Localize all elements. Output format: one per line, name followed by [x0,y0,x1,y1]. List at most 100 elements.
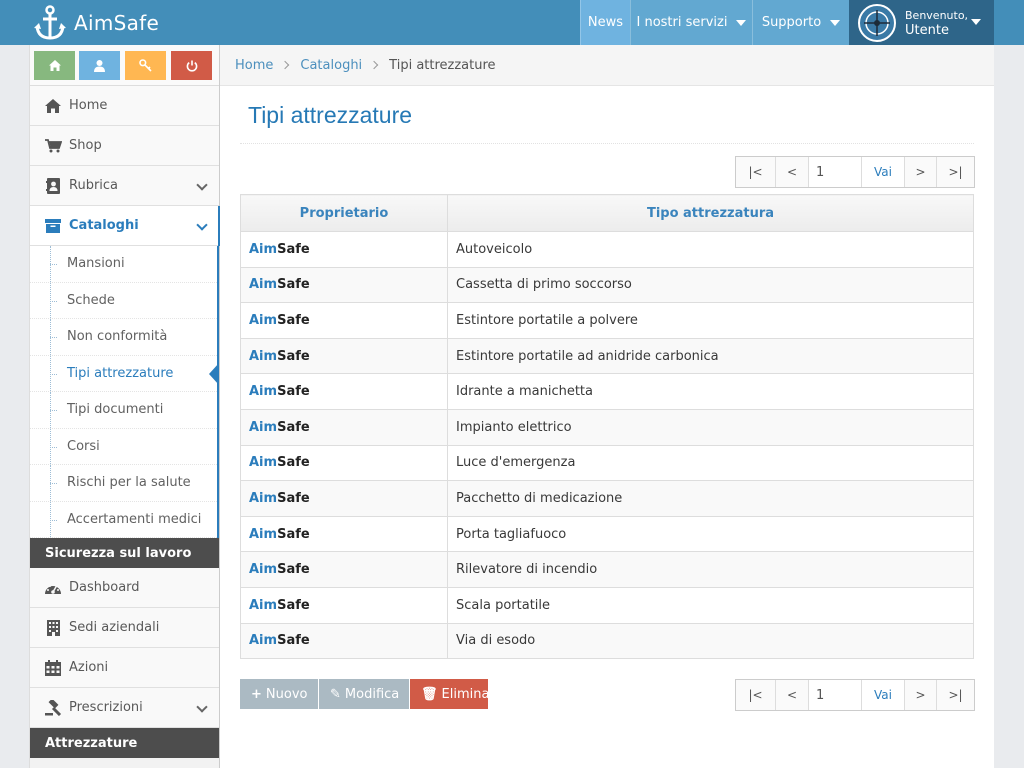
delete-button[interactable]: 🗑 Elimina [410,679,489,709]
owner-name-part: Aim [249,490,278,506]
submenu-item-label: Rischi per la salute [67,475,191,490]
table-row[interactable]: AimSafe Pacchetto di medicazione [240,480,974,517]
owner-cell: AimSafe [240,302,448,339]
submenu-item-corsi[interactable]: Corsi [30,428,217,465]
owner-name-part: Safe [277,277,310,293]
table-row[interactable]: AimSafe Via di esodo [240,622,974,660]
table-row[interactable]: AimSafe Cassetta di primo soccorso [240,266,974,304]
pager-prev-button[interactable]: < [776,157,809,187]
owner-name-part: Aim [249,241,278,257]
sidebar-shortcuts [30,45,219,86]
shortcut-key-button[interactable] [125,51,166,80]
submenu-item-label: Schede [67,292,115,308]
shortcut-home-button[interactable] [34,51,75,80]
table-row[interactable]: AimSafe Estintore portatile ad anidride c… [240,337,974,375]
submenu-item-label: Non conformità [67,329,168,344]
equipment-type-cell: Rilevatore di incendio [447,551,974,588]
caret-down-icon [736,19,747,26]
table-row[interactable]: AimSafe Idrante a manichetta [240,373,974,410]
nav-services-dropdown[interactable]: I nostri servizi [630,0,752,45]
nav-news[interactable]: News [580,0,630,45]
submenu-item-label: Mansioni [67,256,125,271]
table-header-row: Proprietario Tipo attrezzatura [240,194,974,232]
owner-cell: AimSafe [240,408,448,446]
owner-name-part: Safe [277,562,310,578]
nav-support-dropdown[interactable]: Supporto [752,0,849,45]
owner-cell: AimSafe [240,480,448,517]
submenu-item-rischi-salute[interactable]: Rischi per la salute [30,465,217,502]
brand-name: AimSafe [74,11,160,35]
title-divider [240,143,974,144]
pager-next-button[interactable]: > [905,157,937,187]
table-row[interactable]: AimSafe Rilevatore di incendio [240,551,974,588]
brand-logo[interactable]: AimSafe [34,4,159,42]
sidebar-item-label: Cataloghi [69,218,139,233]
pager-first-button[interactable]: |< [736,680,776,710]
table-row[interactable]: AimSafe Autoveicolo [240,231,974,268]
sidebar-item-label: Home [69,98,108,113]
chevron-right-icon [281,60,290,70]
submenu-item-label: Corsi [67,438,100,454]
home-icon [48,60,61,71]
shortcut-logout-button[interactable] [171,51,212,80]
chevron-down-icon [196,179,208,191]
pager-first-button[interactable]: |< [736,157,776,187]
owner-name-part: Safe [277,526,310,542]
table-row[interactable]: AimSafe Porta tagliafuoco [240,515,974,553]
sidebar-item-azioni[interactable]: Azioni [30,648,219,688]
table-row[interactable]: AimSafe Impianto elettrico [240,408,974,446]
submenu-item-tipi-documenti[interactable]: Tipi documenti [30,392,217,429]
submenu-item-accertamenti-medici[interactable]: Accertamenti medici [30,501,217,538]
submenu-item-non-conformita[interactable]: Non conformità [30,319,217,356]
owner-name-part: Safe [277,241,310,257]
user-menu[interactable]: Benvenuto, Utente [849,0,994,45]
pager-next-button[interactable]: > [905,680,937,710]
table-row[interactable]: AimSafe Luce d'emergenza [240,444,974,482]
owner-name-part: Aim [249,348,278,364]
pager-page-input[interactable]: 1 [809,157,862,187]
shortcut-user-button[interactable] [79,51,120,80]
column-header-equipment-type[interactable]: Tipo attrezzatura [447,194,974,232]
sidebar-item-label: Rubrica [69,178,119,193]
equipment-type-cell: Idrante a manichetta [447,373,974,410]
sidebar-item-rubrica[interactable]: Rubrica [30,166,219,206]
submenu-item-schede[interactable]: Schede [30,282,217,319]
sidebar-item-home[interactable]: Home [30,86,219,126]
submenu-item-tipi-attrezzature[interactable]: Tipi attrezzature [30,355,219,392]
owner-name-part: Safe [277,384,310,400]
new-button[interactable]: + Nuovo [240,679,318,709]
nav-support-label: Supporto [761,15,822,30]
sidebar-item-label: Prescrizioni [69,700,143,715]
breadcrumb-catalogs[interactable]: Cataloghi [300,58,362,73]
pager-last-button[interactable]: >| [937,157,974,187]
table-body: AimSafe Autoveicolo AimSafe Cassetta di pri… [240,231,974,660]
column-header-owner[interactable]: Proprietario [240,194,448,232]
table-row[interactable]: AimSafe Scala portatile [240,586,974,624]
sidebar-item-dashboard[interactable]: Dashboard [30,568,219,608]
equipment-type-cell: Via di esodo [447,622,974,660]
sidebar-item-label: Azioni [69,660,109,675]
chevron-down-icon [196,219,208,231]
pager-bottom: |< < 1 Vai > >| [735,679,975,711]
breadcrumb-home[interactable]: Home [235,58,273,73]
pager-go-button[interactable]: Vai [862,157,905,187]
pager-go-button[interactable]: Vai [862,680,905,710]
owner-name-part: Aim [249,277,278,293]
pager-page-input[interactable]: 1 [809,680,862,710]
pager-prev-button[interactable]: < [776,680,809,710]
caret-down-icon [830,19,841,26]
sidebar-item-shop[interactable]: Shop [30,126,219,166]
submenu-item-mansioni[interactable]: Mansioni [30,246,217,283]
table-row[interactable]: AimSafe Estintore portatile a polvere [240,302,974,339]
sidebar-item-sedi-aziendali[interactable]: Sedi aziendali [30,608,219,648]
equipment-type-cell: Cassetta di primo soccorso [447,266,974,304]
pager-last-button[interactable]: >| [937,680,974,710]
equipment-type-cell: Estintore portatile ad anidride carbonic… [447,337,974,375]
equipment-type-cell: Luce d'emergenza [447,444,974,482]
sidebar-item-prescrizioni[interactable]: Prescrizioni [30,688,219,728]
anchor-icon [34,5,66,40]
sidebar-item-cataloghi[interactable]: Cataloghi [30,206,220,246]
cataloghi-submenu: Mansioni Schede Non conformità Tipi attr… [30,246,219,538]
catalog-icon [44,218,62,234]
edit-button[interactable]: ✎ Modifica [319,679,409,709]
